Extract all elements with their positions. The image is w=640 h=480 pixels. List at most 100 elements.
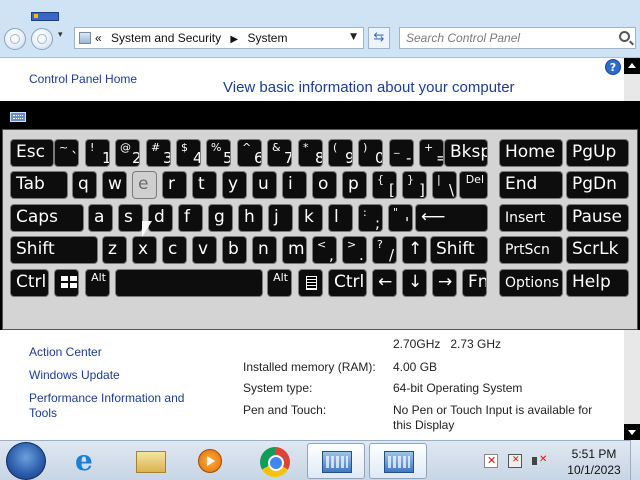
key-e[interactable]: e	[132, 171, 157, 199]
key-k[interactable]: k	[298, 204, 323, 232]
key-scrlk[interactable]: ScrLk	[566, 236, 629, 264]
action-center-link[interactable]: Action Center	[29, 345, 102, 360]
key-fn[interactable]: Fn	[462, 269, 487, 297]
key-caps[interactable]: Caps	[10, 204, 84, 232]
scroll-up-button[interactable]	[624, 58, 640, 74]
key-help[interactable]: Help	[566, 269, 629, 297]
chevron-right-icon[interactable]: ▶	[230, 34, 238, 45]
key-h[interactable]: h	[238, 204, 263, 232]
key-z[interactable]: z	[102, 236, 127, 264]
key-prtscn[interactable]: PrtScn	[499, 236, 563, 264]
key-symbol[interactable]: {[	[372, 171, 397, 199]
key-5[interactable]: %5	[206, 139, 231, 167]
key-pgdn[interactable]: PgDn	[566, 171, 629, 199]
key-ctrl[interactable]: Ctrl	[10, 269, 49, 297]
key-x[interactable]: x	[132, 236, 157, 264]
key-tab[interactable]: Tab	[10, 171, 68, 199]
key-symbol[interactable]: →	[432, 269, 457, 297]
key-t[interactable]: t	[192, 171, 217, 199]
key-y[interactable]: y	[222, 171, 247, 199]
control-panel-home-link[interactable]: Control Panel Home	[29, 72, 137, 86]
windows-explorer-icon[interactable]	[122, 443, 180, 479]
key-m[interactable]: m	[282, 236, 307, 264]
volume-icon[interactable]	[532, 454, 547, 468]
refresh-button[interactable]: ⇆	[368, 27, 390, 49]
key-8[interactable]: *8	[298, 139, 323, 167]
key-n[interactable]: n	[252, 236, 277, 264]
key-menu-key[interactable]	[298, 269, 323, 297]
key-symbol[interactable]: ⟵	[415, 204, 488, 232]
help-icon[interactable]: ?	[605, 59, 621, 75]
breadcrumb-overflow[interactable]: «	[95, 31, 102, 45]
key-alt[interactable]: Alt	[85, 269, 110, 297]
key-symbol[interactable]: }]	[402, 171, 427, 199]
forward-button[interactable]	[31, 28, 53, 50]
key-home[interactable]: Home	[499, 139, 563, 167]
key-windows-logo[interactable]	[54, 269, 79, 297]
key-b[interactable]: b	[222, 236, 247, 264]
address-bar[interactable]: « System and Security ▶ System ▼	[74, 27, 364, 49]
key-3[interactable]: #3	[146, 139, 171, 167]
key-insert[interactable]: Insert	[499, 204, 563, 232]
key-symbol[interactable]: " '	[388, 204, 413, 232]
key-symbol[interactable]: +=	[419, 139, 444, 167]
internet-explorer-icon[interactable]: e	[60, 443, 118, 479]
search-box[interactable]: Search Control Panel	[399, 27, 636, 49]
key-u[interactable]: u	[252, 171, 277, 199]
key-symbol[interactable]: _ -	[389, 139, 414, 167]
scroll-down-button[interactable]	[624, 424, 640, 440]
key-bksp[interactable]: Bksp	[444, 139, 488, 167]
key-9[interactable]: (9	[328, 139, 353, 167]
key-1[interactable]: !1	[85, 139, 110, 167]
key-w[interactable]: w	[102, 171, 127, 199]
key-s[interactable]: s	[118, 204, 143, 232]
key-c[interactable]: c	[162, 236, 187, 264]
key-shift[interactable]: Shift	[430, 236, 488, 264]
key-symbol[interactable]: | \	[432, 171, 457, 199]
key-0[interactable]: )0	[358, 139, 383, 167]
on-screen-keyboard-taskbar-button[interactable]	[369, 443, 427, 479]
key-symbol[interactable]: <,	[312, 236, 337, 264]
osk-titlebar[interactable]	[0, 101, 640, 129]
recent-pages-dropdown[interactable]: ▾	[58, 30, 63, 40]
key-del[interactable]: Del	[459, 171, 488, 199]
key-i[interactable]: i	[282, 171, 307, 199]
start-button[interactable]	[6, 442, 46, 480]
key-6[interactable]: ^6	[237, 139, 262, 167]
key-r[interactable]: r	[162, 171, 187, 199]
key-symbol[interactable]: ~ `	[54, 139, 79, 167]
key-l[interactable]: l	[328, 204, 353, 232]
key-alt[interactable]: Alt	[267, 269, 292, 297]
key-j[interactable]: j	[268, 204, 293, 232]
key-g[interactable]: g	[208, 204, 233, 232]
key-space[interactable]	[115, 269, 263, 297]
key-symbol[interactable]: ↑	[402, 236, 427, 264]
key-options[interactable]: Options	[499, 269, 563, 297]
key-symbol[interactable]: >.	[342, 236, 367, 264]
key-pgup[interactable]: PgUp	[566, 139, 629, 167]
key-end[interactable]: End	[499, 171, 563, 199]
address-dropdown-icon[interactable]: ▼	[350, 32, 357, 42]
back-button[interactable]	[4, 28, 26, 50]
show-desktop-button[interactable]	[630, 440, 640, 480]
key-ctrl[interactable]: Ctrl	[328, 269, 367, 297]
key-symbol[interactable]: ←	[372, 269, 397, 297]
key-symbol[interactable]: :;	[358, 204, 383, 232]
key-symbol[interactable]: ↓	[402, 269, 427, 297]
search-icon[interactable]	[619, 31, 630, 42]
key-esc[interactable]: Esc	[10, 139, 54, 167]
breadcrumb-item-system-and-security[interactable]: System and Security	[111, 31, 221, 45]
chrome-icon[interactable]	[245, 443, 303, 479]
key-p[interactable]: p	[342, 171, 367, 199]
search-input[interactable]: Search Control Panel	[406, 31, 520, 45]
key-2[interactable]: @2	[115, 139, 140, 167]
key-symbol[interactable]: ? /	[372, 236, 397, 264]
media-player-icon[interactable]	[181, 443, 239, 479]
network-icon[interactable]	[508, 454, 522, 468]
key-f[interactable]: f	[178, 204, 203, 232]
clock[interactable]: 5:51 PM 10/1/2023	[564, 446, 624, 478]
key-a[interactable]: a	[88, 204, 113, 232]
key-v[interactable]: v	[192, 236, 217, 264]
key-7[interactable]: &7	[267, 139, 292, 167]
windows-update-link[interactable]: Windows Update	[29, 368, 120, 383]
